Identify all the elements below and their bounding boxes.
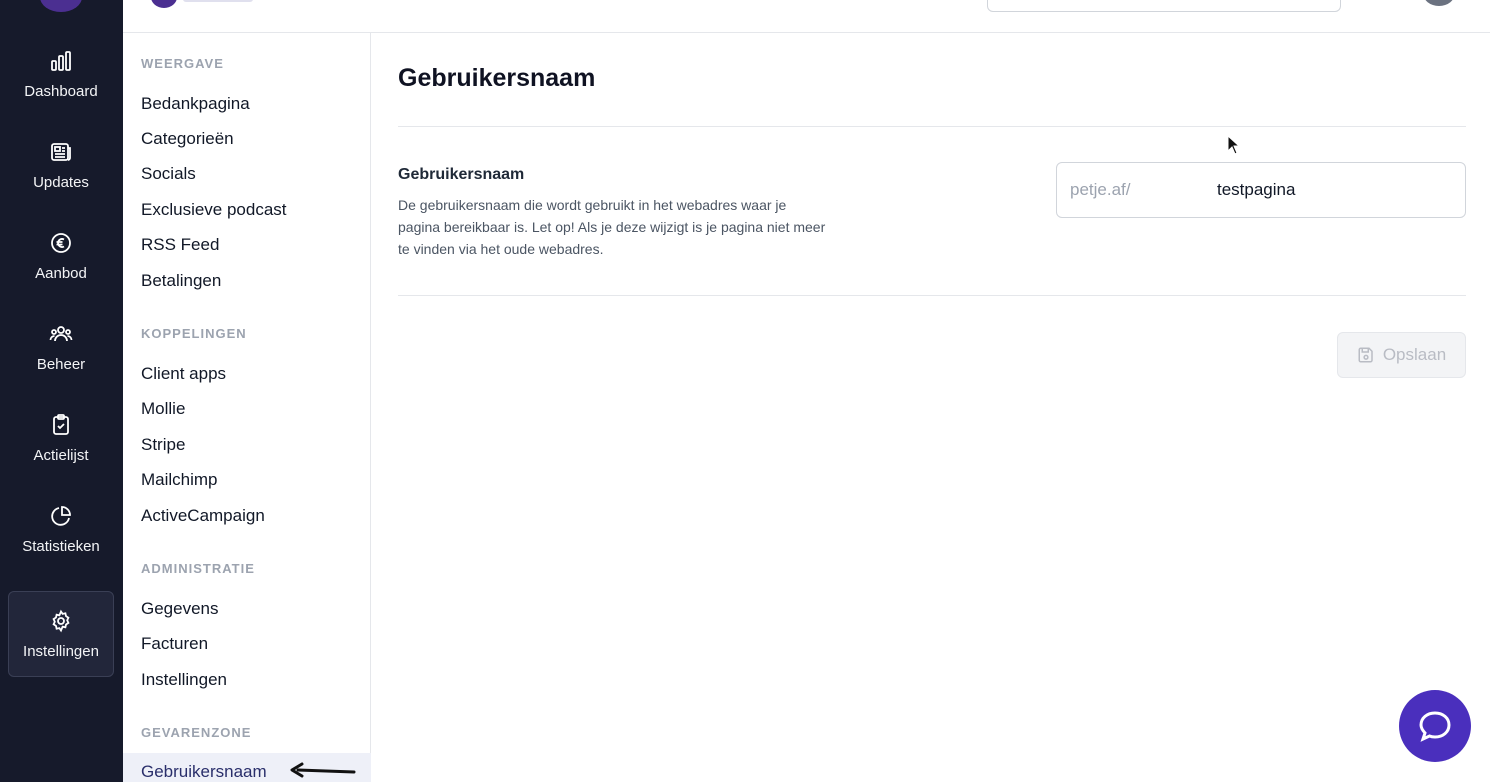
nav-item-socials[interactable]: Socials	[141, 164, 196, 184]
brand-logo-icon[interactable]	[151, 0, 177, 8]
nav-item-stripe[interactable]: Stripe	[141, 435, 185, 455]
rail-label: Statistieken	[22, 537, 100, 555]
nav-item-facturen[interactable]: Facturen	[141, 634, 208, 654]
nav-item-rss-feed[interactable]: RSS Feed	[141, 235, 219, 255]
nav-item-betalingen[interactable]: Betalingen	[141, 271, 221, 291]
rail-item-aanbod[interactable]: Aanbod	[8, 213, 114, 299]
pie-chart-icon	[51, 505, 71, 526]
nav-item-categorieen[interactable]: Categorieën	[141, 129, 234, 149]
nav-item-gegevens[interactable]: Gegevens	[141, 599, 219, 619]
brand-wordmark	[183, 0, 253, 2]
rail-item-statistieken[interactable]: Statistieken	[8, 486, 114, 572]
nav-item-exclusieve-podcast[interactable]: Exclusieve podcast	[141, 200, 287, 220]
chat-button[interactable]	[1399, 690, 1471, 762]
rail-item-updates[interactable]: Updates	[8, 122, 114, 208]
nav-item-mollie[interactable]: Mollie	[141, 399, 185, 419]
username-input[interactable]	[1217, 180, 1447, 200]
nav-item-client-apps[interactable]: Client apps	[141, 364, 226, 384]
nav-item-activecampaign[interactable]: ActiveCampaign	[141, 506, 265, 526]
nav-item-instellingen[interactable]: Instellingen	[141, 670, 227, 690]
nav-section-title: ADMINISTRATIE	[141, 561, 255, 576]
annotation-arrow-icon	[290, 762, 356, 778]
avatar[interactable]	[1423, 0, 1455, 6]
nav-item-gebruikersnaam[interactable]: Gebruikersnaam	[141, 762, 267, 782]
rail-label: Instellingen	[23, 642, 99, 660]
nav-section-title: GEVARENZONE	[141, 725, 252, 740]
rail-label: Beheer	[36, 355, 86, 373]
top-bar	[123, 0, 1490, 33]
nav-item-bedankpagina[interactable]: Bedankpagina	[141, 94, 250, 114]
euro-icon	[51, 232, 71, 253]
field-description: De gebruikersnaam die wordt gebruikt in …	[398, 197, 826, 257]
chat-bubble-icon	[1419, 711, 1451, 742]
settings-nav: WEERGAVE Bedankpagina Categorieën Social…	[123, 33, 371, 782]
save-button[interactable]: Opslaan	[1337, 332, 1466, 378]
icon-rail: Dashboard Updates Aanbod Beheer Actielij…	[0, 0, 123, 782]
nav-section-title: WEERGAVE	[141, 56, 224, 71]
page-title: Gebruikersnaam	[398, 64, 596, 92]
nav-section-title: KOPPELINGEN	[141, 326, 247, 341]
clipboard-check-icon	[53, 413, 69, 435]
app-root: Dashboard Updates Aanbod Beheer Actielij…	[0, 0, 1490, 782]
username-field[interactable]: petje.af/	[1056, 162, 1466, 218]
main-content: Gebruikersnaam Gebruikersnaam De gebruik…	[372, 33, 1490, 782]
rail-label: Dashboard	[24, 82, 98, 100]
newspaper-icon	[51, 142, 71, 161]
gear-icon	[52, 609, 70, 632]
divider	[398, 295, 1466, 296]
divider	[398, 126, 1466, 127]
rail-label: Aanbod	[35, 264, 87, 282]
rail-item-instellingen[interactable]: Instellingen	[8, 591, 114, 677]
mouse-cursor-icon	[1227, 135, 1241, 155]
rail-label: Actielijst	[33, 446, 89, 464]
rail-label: Updates	[33, 173, 89, 191]
save-button-label: Opslaan	[1382, 345, 1447, 364]
app-logo-icon[interactable]	[40, 0, 82, 12]
nav-item-mailchimp[interactable]: Mailchimp	[141, 470, 218, 490]
users-icon	[49, 325, 73, 341]
rail-item-beheer[interactable]: Beheer	[8, 304, 114, 390]
rail-item-dashboard[interactable]: Dashboard	[8, 31, 114, 117]
save-icon	[1358, 347, 1373, 363]
search-input[interactable]	[987, 0, 1341, 12]
url-prefix: petje.af/	[1070, 180, 1131, 199]
rail-item-actielijst[interactable]: Actielijst	[8, 395, 114, 481]
field-title: Gebruikersnaam	[398, 166, 525, 183]
bar-chart-icon	[51, 50, 71, 71]
